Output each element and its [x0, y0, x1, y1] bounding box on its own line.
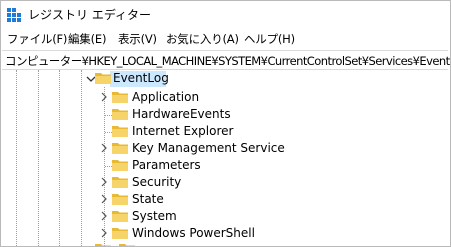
address-bar[interactable]: コンピューター¥HKEY_LOCAL_MACHINE¥SYSTEM¥Curren… — [2, 50, 450, 70]
tree-label[interactable]: Security — [132, 175, 181, 189]
tree-label[interactable]: EventLog — [113, 71, 169, 85]
folder-icon — [112, 126, 128, 137]
folder-icon — [112, 211, 128, 222]
folder-icon — [112, 228, 128, 239]
folder-icon — [112, 194, 128, 205]
folder-icon — [112, 109, 128, 120]
chevron-right-icon[interactable] — [98, 193, 110, 205]
tree-label[interactable]: HardwareEvents — [132, 107, 231, 121]
folder-icon — [112, 143, 128, 154]
tree-guide-line — [59, 70, 60, 246]
tree-label[interactable]: Internet Explorer — [132, 124, 233, 138]
menu-help[interactable]: ヘルプ(H) — [244, 31, 295, 47]
chevron-right-icon[interactable] — [98, 210, 110, 222]
menu-view[interactable]: 表示(V) — [118, 31, 157, 47]
folder-open-icon — [95, 73, 111, 84]
tree-label[interactable]: Application — [132, 90, 199, 104]
tree-label[interactable]: Windows PowerShell — [132, 226, 255, 240]
folder-icon — [112, 160, 128, 171]
folder-icon — [112, 92, 128, 103]
title-bar[interactable]: レジストリ エディター — [1, 1, 450, 27]
tree-label[interactable]: Parameters — [132, 158, 201, 172]
menu-file[interactable]: ファイル(F) — [7, 31, 67, 47]
tree-guide-line — [38, 70, 39, 246]
chevron-right-icon[interactable] — [98, 176, 110, 188]
menu-edit[interactable]: 編集(E) — [68, 31, 106, 47]
tree-guide-line — [16, 70, 17, 246]
chevron-right-icon[interactable] — [98, 91, 110, 103]
tree-label[interactable]: State — [132, 192, 164, 206]
address-path[interactable]: コンピューター¥HKEY_LOCAL_MACHINE¥SYSTEM¥Curren… — [5, 53, 450, 69]
menu-bar: ファイル(F) 編集(E) 表示(V) お気に入り(A) ヘルプ(H) — [1, 28, 450, 48]
tree-label[interactable]: Key Management Service — [132, 141, 285, 155]
folder-icon — [95, 244, 111, 246]
folder-icon — [119, 244, 135, 246]
chevron-right-icon[interactable] — [98, 227, 110, 239]
tree-label[interactable]: System — [132, 209, 177, 223]
menu-favorites[interactable]: お気に入り(A) — [166, 31, 239, 47]
folder-icon — [112, 177, 128, 188]
chevron-right-icon[interactable] — [98, 142, 110, 154]
tree-view[interactable]: EventLog Application HardwareEvents Inte… — [1, 70, 450, 246]
registry-editor-icon — [7, 8, 21, 22]
registry-editor-window: レジストリ エディター ファイル(F) 編集(E) 表示(V) お気に入り(A)… — [0, 0, 451, 247]
tree-guide-line — [81, 70, 82, 246]
window-title: レジストリ エディター — [28, 8, 151, 22]
